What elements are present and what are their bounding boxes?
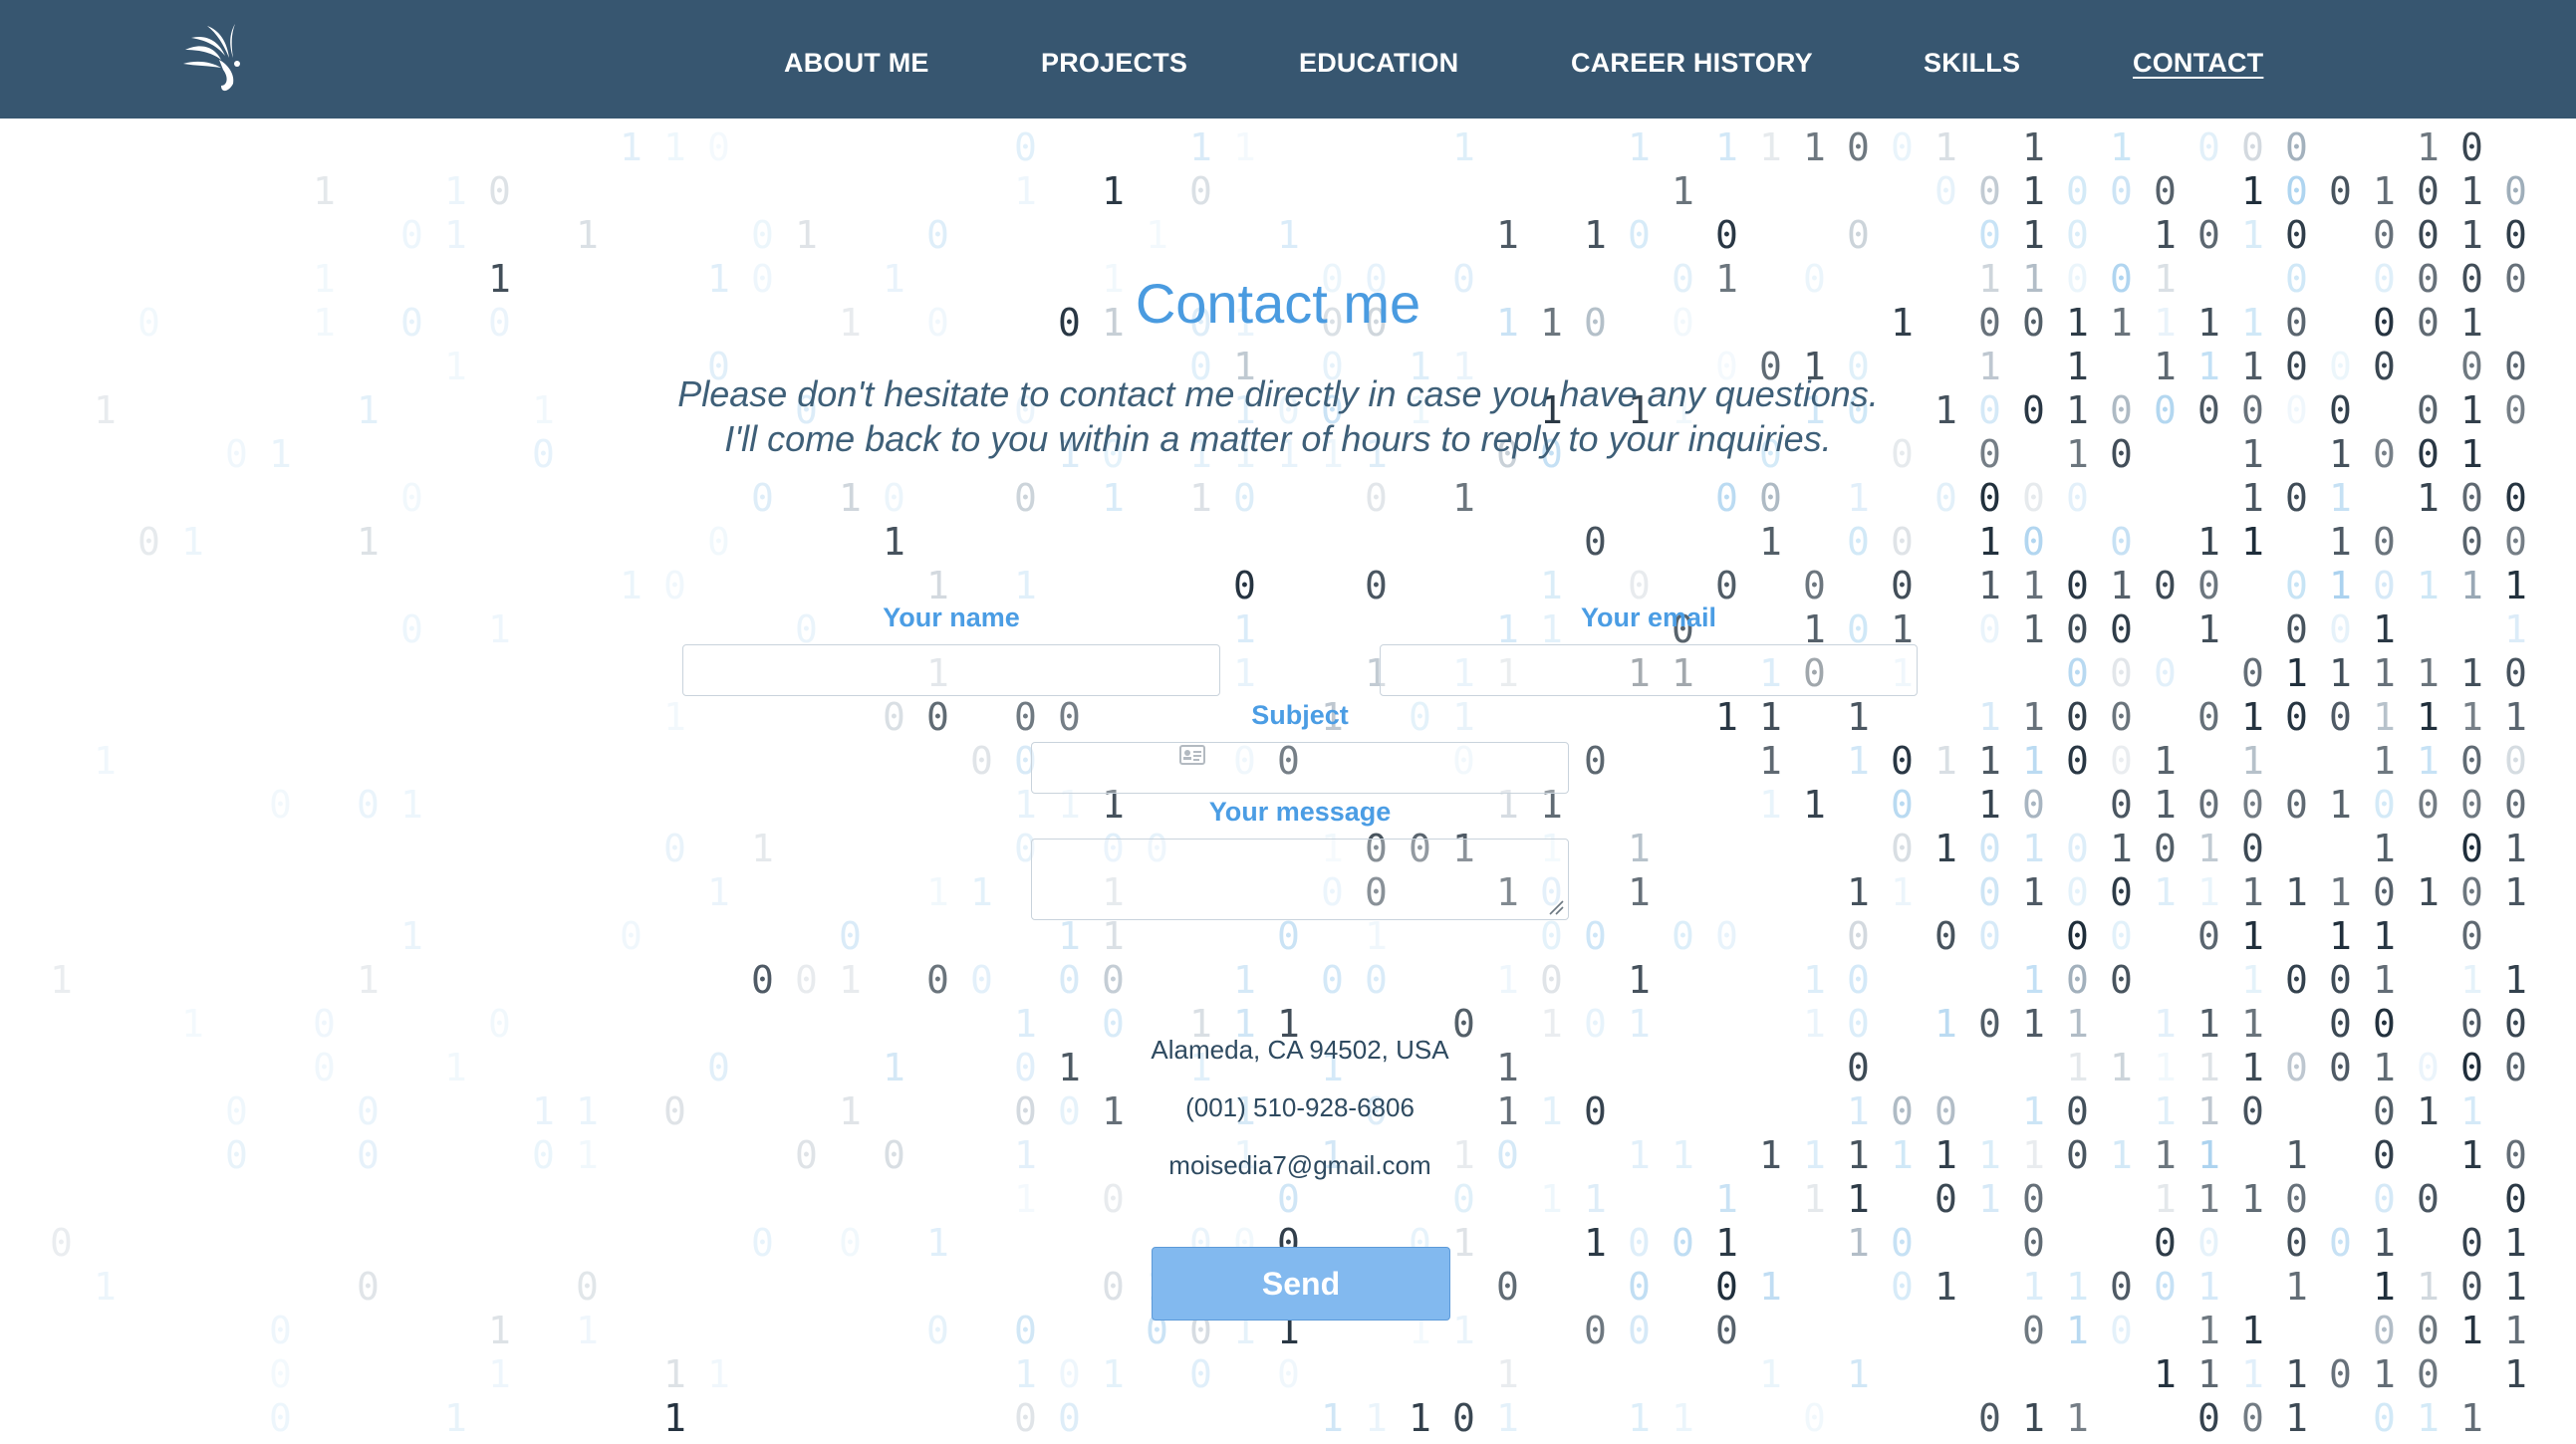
email-text: moisedia7@gmail.com bbox=[1168, 1150, 1431, 1180]
name-label: Your name bbox=[883, 602, 1020, 632]
name-field[interactable] bbox=[682, 644, 1220, 696]
address-text: Alameda, CA 94502, USA bbox=[1151, 1035, 1449, 1065]
subject-label: Subject bbox=[1251, 700, 1349, 730]
send-button[interactable]: Send bbox=[1152, 1247, 1450, 1321]
nav-item-about-me[interactable]: ABOUT ME bbox=[784, 48, 929, 79]
email-label: Your email bbox=[1580, 602, 1717, 632]
nav-item-projects[interactable]: PROJECTS bbox=[1041, 48, 1187, 79]
resize-grip-icon[interactable] bbox=[1548, 899, 1564, 915]
subject-field[interactable] bbox=[1031, 742, 1569, 794]
intro-line-2: I'll come back to you within a matter of… bbox=[724, 418, 1832, 459]
nav-item-contact[interactable]: CONTACT bbox=[2133, 48, 2263, 79]
nav-item-career-history[interactable]: CAREER HISTORY bbox=[1571, 48, 1813, 79]
page-title: Contact me bbox=[1135, 272, 1421, 335]
contact-section: Contact me Please don't hesitate to cont… bbox=[0, 0, 2576, 1444]
email-field[interactable] bbox=[1380, 644, 1918, 696]
phone-text: (001) 510-928-6806 bbox=[1185, 1092, 1415, 1122]
message-textarea[interactable] bbox=[1031, 839, 1569, 920]
message-label: Your message bbox=[1208, 797, 1392, 827]
nav-item-skills[interactable]: SKILLS bbox=[1924, 48, 2020, 79]
top-navbar: ABOUT ME PROJECTS EDUCATION CAREER HISTO… bbox=[0, 0, 2576, 119]
logo-icon[interactable] bbox=[177, 20, 253, 96]
intro-line-1: Please don't hesitate to contact me dire… bbox=[677, 373, 1879, 414]
nav-item-education[interactable]: EDUCATION bbox=[1299, 48, 1458, 79]
